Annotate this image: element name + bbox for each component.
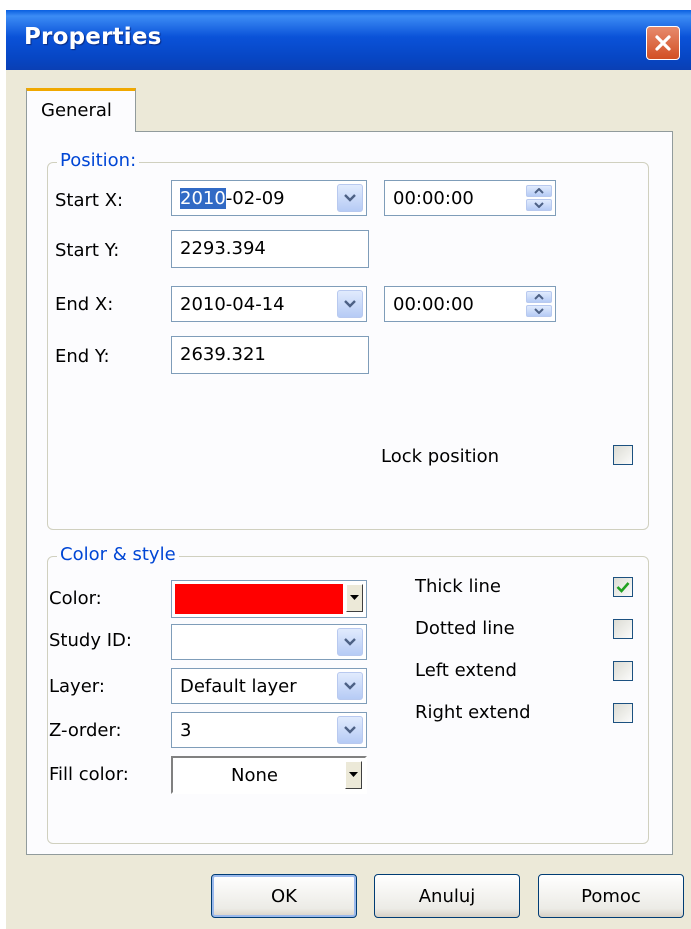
spin-up-button[interactable] — [526, 291, 552, 303]
start-x-label: Start X: — [55, 190, 124, 211]
z-order-select[interactable]: 3 — [171, 712, 367, 748]
fill-color-value: None — [231, 765, 278, 786]
left-extend-label: Left extend — [415, 660, 517, 681]
start-x-date-picker[interactable]: 2010-02-09 — [171, 180, 367, 216]
checkmark-icon — [616, 582, 630, 593]
start-x-date-dropdown-button[interactable] — [337, 184, 363, 212]
spin-down-button[interactable] — [526, 305, 552, 317]
start-y-label: Start Y: — [55, 240, 120, 261]
end-x-date-picker[interactable]: 2010-04-14 — [171, 286, 367, 322]
help-button[interactable]: Pomoc — [538, 874, 684, 918]
cancel-button[interactable]: Anuluj — [374, 874, 520, 918]
chevron-down-icon — [344, 726, 356, 734]
z-order-label: Z-order: — [49, 720, 122, 741]
start-x-time-spinner[interactable] — [526, 184, 552, 212]
thick-line-checkbox[interactable] — [613, 577, 633, 597]
start-x-date-selected: 2010 — [180, 188, 226, 209]
start-y-input[interactable]: 2293.394 — [171, 230, 369, 268]
arrow-up-icon — [534, 188, 544, 194]
layer-value: Default layer — [180, 676, 297, 697]
fill-color-label: Fill color: — [49, 764, 129, 785]
end-x-time-input[interactable]: 00:00:00 — [384, 286, 556, 322]
title-bar[interactable]: Properties — [6, 10, 691, 70]
study-id-label: Study ID: — [49, 630, 132, 651]
end-x-date-value: 2010-04-14 — [180, 294, 285, 315]
color-swatch — [175, 584, 343, 614]
start-y-value: 2293.394 — [180, 238, 266, 259]
close-icon — [655, 35, 671, 51]
right-extend-checkbox[interactable] — [613, 703, 633, 723]
end-x-time-value: 00:00:00 — [393, 294, 474, 315]
start-x-time-input[interactable]: 00:00:00 — [384, 180, 556, 216]
right-extend-label: Right extend — [415, 702, 531, 723]
position-legend: Position: — [57, 150, 140, 171]
color-style-legend: Color & style — [57, 544, 179, 565]
close-button[interactable] — [646, 26, 680, 60]
end-x-label: End X: — [55, 294, 114, 315]
arrow-down-icon — [534, 202, 544, 208]
end-x-time-spinner[interactable] — [526, 290, 552, 318]
caret-down-icon — [350, 595, 359, 600]
spin-up-button[interactable] — [526, 185, 552, 197]
lock-position-checkbox[interactable] — [613, 445, 633, 465]
study-id-dropdown-button[interactable] — [337, 628, 363, 656]
thick-line-label: Thick line — [415, 576, 501, 597]
arrow-up-icon — [534, 294, 544, 300]
chevron-down-icon — [344, 194, 356, 202]
color-select[interactable] — [171, 580, 367, 618]
color-dropdown-button[interactable] — [346, 584, 363, 612]
layer-select[interactable]: Default layer — [171, 668, 367, 704]
tab-general[interactable]: General — [26, 88, 136, 132]
end-x-date-dropdown-button[interactable] — [337, 290, 363, 318]
z-order-value: 3 — [180, 720, 192, 741]
spin-down-button[interactable] — [526, 199, 552, 211]
fill-color-select[interactable]: None — [171, 756, 367, 794]
left-extend-checkbox[interactable] — [613, 661, 633, 681]
end-y-label: End Y: — [55, 346, 110, 367]
chevron-down-icon — [344, 638, 356, 646]
tab-general-label: General — [41, 100, 112, 121]
tab-panel: Position: Start X: 2010-02-09 00:00:00 S… — [26, 131, 673, 855]
chevron-down-icon — [344, 300, 356, 308]
window-title: Properties — [24, 24, 162, 50]
study-id-select[interactable] — [171, 624, 367, 660]
z-order-dropdown-button[interactable] — [337, 716, 363, 744]
dotted-line-checkbox[interactable] — [613, 619, 633, 639]
dotted-line-label: Dotted line — [415, 618, 515, 639]
ok-button[interactable]: OK — [211, 874, 357, 918]
end-y-input[interactable]: 2639.321 — [171, 336, 369, 374]
layer-label: Layer: — [49, 676, 105, 697]
lock-position-label: Lock position — [381, 446, 500, 467]
chevron-down-icon — [344, 682, 356, 690]
start-x-date-rest: -02-09 — [225, 188, 285, 209]
layer-dropdown-button[interactable] — [337, 672, 363, 700]
fill-color-dropdown-button[interactable] — [345, 761, 362, 789]
caret-down-icon — [349, 772, 358, 777]
color-label: Color: — [49, 588, 102, 609]
arrow-down-icon — [534, 308, 544, 314]
start-x-time-value: 00:00:00 — [393, 188, 474, 209]
properties-dialog: Properties General Position: Start X: 20… — [6, 10, 691, 929]
end-y-value: 2639.321 — [180, 344, 266, 365]
